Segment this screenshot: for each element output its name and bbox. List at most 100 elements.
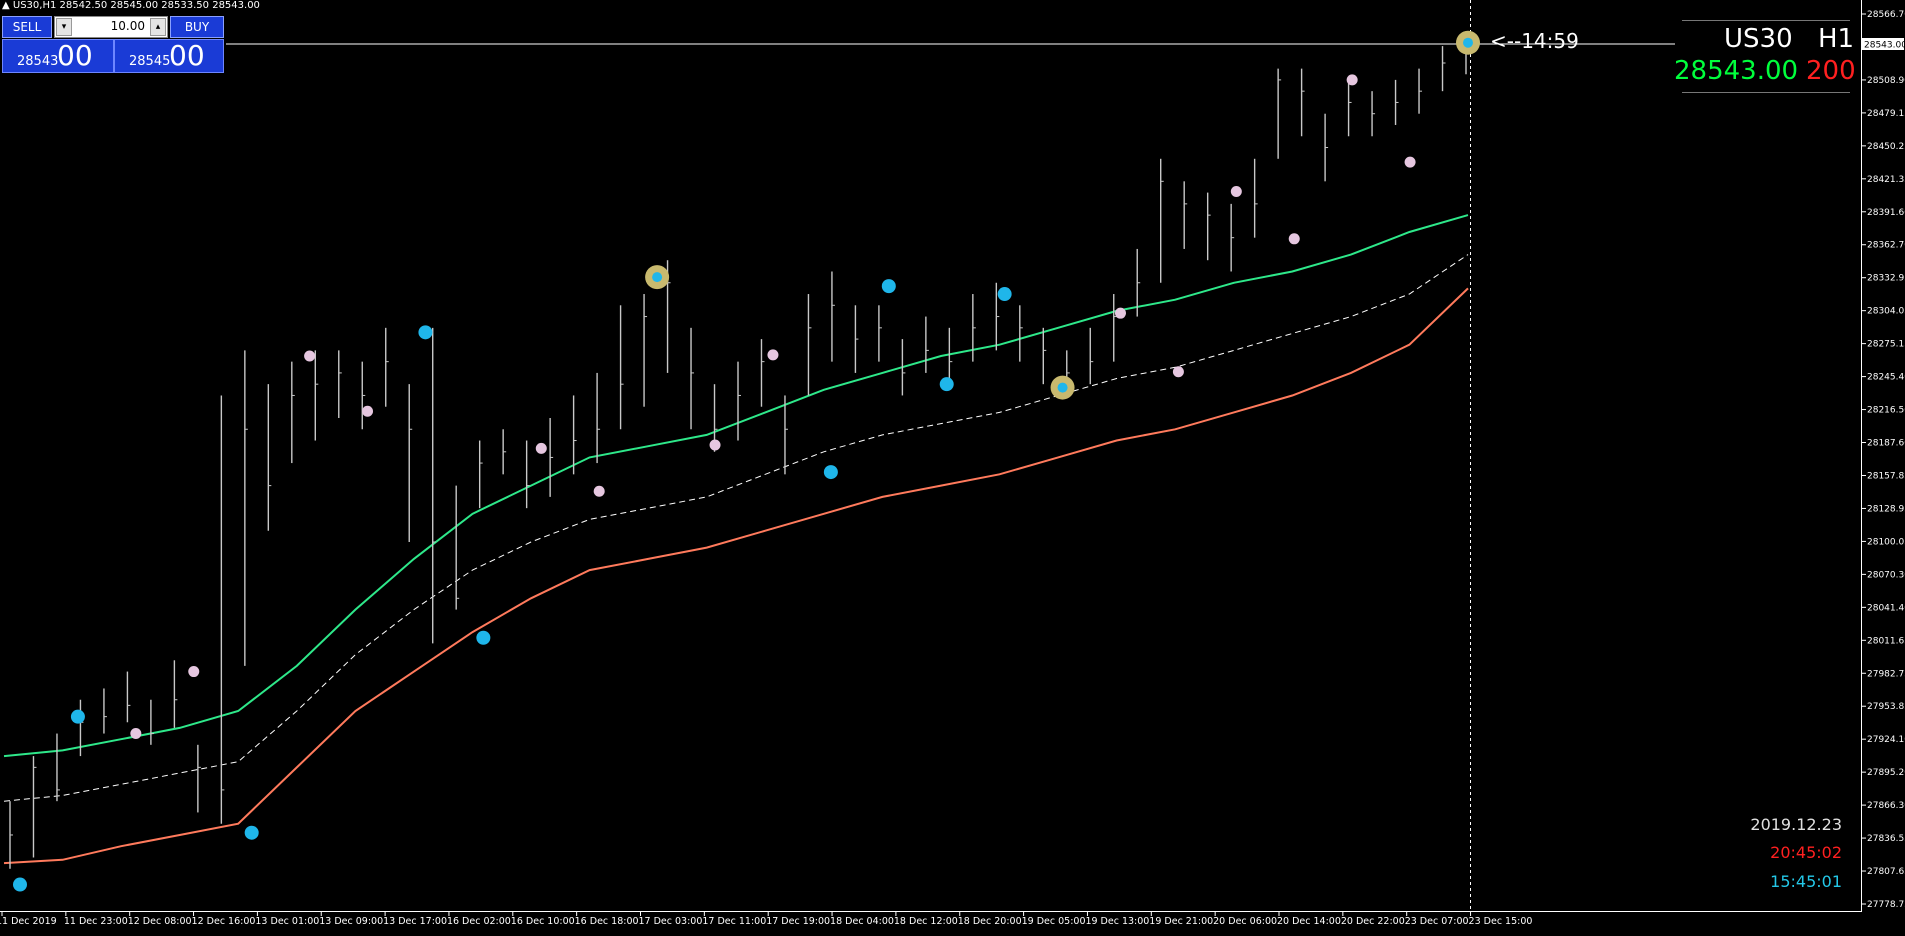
cyan-signal-marker [244, 825, 259, 840]
time-axis: 11 Dec 2019 11 Dec 23:00 12 Dec 08:00 12 De… [0, 912, 1532, 927]
price-axis-label: 28187.60 [1867, 439, 1905, 449]
time-axis-label: 16 Dec 10:00 [511, 916, 575, 927]
gold-signal-core [1463, 37, 1473, 48]
price-axis-label: 28421.35 [1867, 175, 1905, 185]
time-axis-label: 13 Dec 17:00 [383, 916, 447, 927]
time-axis-label: 18 Dec 04:00 [830, 916, 894, 927]
price-axis-label: 28216.50 [1867, 406, 1905, 416]
pink-signal-marker [1172, 366, 1184, 378]
cyan-signal-marker [13, 877, 27, 892]
sell-price-big: 00 [57, 39, 93, 72]
pink-signal-marker [304, 350, 316, 362]
info-spread: 200 [1806, 56, 1856, 86]
symbol-ohlc-label: US30,H1 28542.50 28545.00 28533.50 28543… [12, 0, 260, 11]
price-axis-label: 28450.25 [1867, 142, 1905, 152]
price-axis-label: 28275.15 [1867, 340, 1905, 350]
price-axis-label: 28041.40 [1867, 603, 1905, 613]
pink-signal-marker [767, 349, 779, 361]
price-axis-label: 28304.05 [1867, 307, 1905, 317]
pink-signal-marker [362, 405, 374, 417]
cyan-signal-marker [823, 465, 838, 480]
upper-band-line [3, 214, 1469, 758]
price-axis-label: 27953.85 [1867, 702, 1905, 712]
time-axis-label: 16 Dec 18:00 [575, 916, 639, 927]
ohlc-bars [9, 34, 1469, 869]
time-axis-label: 23 Dec 07:00 [1405, 916, 1469, 927]
info-symbol: US30 [1724, 24, 1793, 54]
pink-signal-marker [130, 728, 142, 740]
pink-signal-marker [1404, 156, 1416, 168]
pink-signal-marker [709, 439, 721, 451]
sell-price-box[interactable]: 28543 00 [2, 39, 114, 73]
price-axis-label: 27895.20 [1867, 768, 1905, 778]
time-axis-label: 13 Dec 09:00 [319, 916, 383, 927]
time-axis-label: 17 Dec 19:00 [766, 916, 830, 927]
lower-band-line [3, 287, 1469, 865]
price-axis-label: 28391.60 [1867, 208, 1905, 218]
info-divider-top [1682, 20, 1850, 21]
time-axis-label: 23 Dec 15:00 [1469, 916, 1533, 927]
buy-price-box[interactable]: 28545 00 [114, 39, 224, 73]
price-axis-label: 28100.05 [1867, 537, 1905, 547]
price-axis-label: 27982.75 [1867, 669, 1905, 679]
cyan-signal-marker [939, 377, 954, 392]
clock-date: 2019.12.23 [1750, 815, 1842, 834]
cyan-signal-marker [881, 279, 896, 294]
time-axis-label: 18 Dec 20:00 [958, 916, 1022, 927]
moving-average-bands [3, 214, 1469, 865]
price-axis-label: 28157.85 [1867, 471, 1905, 481]
time-axis-label: 11 Dec 2019 [0, 916, 57, 927]
info-bid-price: 28543.00 [1674, 56, 1799, 86]
price-axis-label: 28332.95 [1867, 274, 1905, 284]
lot-size-box: ▾ ▴ [54, 16, 168, 38]
price-axis-label: 28070.30 [1867, 570, 1905, 580]
time-axis-label: 17 Dec 11:00 [702, 916, 766, 927]
cyan-signal-marker [997, 287, 1012, 302]
time-axis-label: 19 Dec 13:00 [1085, 916, 1149, 927]
time-axis-label: 16 Dec 02:00 [447, 916, 511, 927]
cyan-signal-marker [70, 709, 85, 724]
current-price-tag-label: 28543.00 [1864, 41, 1905, 51]
clock-local-time: 15:45:01 [1770, 872, 1842, 891]
time-axis-label: 11 Dec 23:00 [64, 916, 128, 927]
collapse-triangle-icon[interactable]: ▲ [2, 0, 10, 11]
pink-signal-marker [1346, 74, 1358, 86]
bar-countdown: <--14:59 [1490, 29, 1579, 53]
price-chart[interactable]: 28566.7028537.9528508.9028479.1528450.25… [0, 0, 1905, 936]
price-axis-label: 27866.30 [1867, 801, 1905, 811]
cyan-signal-marker [418, 325, 433, 340]
price-axis-label: 28566.70 [1867, 10, 1905, 20]
gold-signal-core [1057, 382, 1068, 393]
time-axis-label: 20 Dec 22:00 [1341, 916, 1405, 927]
lot-size-input[interactable] [73, 18, 145, 34]
sell-button[interactable]: SELL [2, 16, 52, 38]
price-axis-label: 28128.95 [1867, 504, 1905, 514]
time-axis-label: 13 Dec 01:00 [255, 916, 319, 927]
buy-price-main: 28545 [129, 54, 171, 69]
pink-signal-marker [1288, 233, 1300, 245]
lot-decrease-button[interactable]: ▾ [56, 18, 72, 36]
price-axis: 28566.7028537.9528508.9028479.1528450.25… [1862, 10, 1905, 910]
time-axis-label: 17 Dec 03:00 [639, 916, 703, 927]
price-axis-label: 28362.70 [1867, 241, 1905, 251]
info-timeframe: H1 [1818, 24, 1855, 54]
price-axis-label: 28011.65 [1867, 636, 1905, 646]
time-axis-label: 19 Dec 05:00 [1022, 916, 1086, 927]
lot-increase-button[interactable]: ▴ [150, 18, 166, 36]
pink-signal-marker [1230, 185, 1242, 197]
cyan-signal-marker [476, 630, 491, 645]
chart-symbol-bar: ▲ US30,H1 28542.50 28545.00 28533.50 285… [2, 0, 260, 11]
sell-price-main: 28543 [17, 54, 59, 69]
pink-signal-marker [593, 485, 605, 497]
price-axis-label: 28245.40 [1867, 373, 1905, 383]
time-axis-label: 19 Dec 21:00 [1149, 916, 1213, 927]
buy-button[interactable]: BUY [170, 16, 224, 38]
pink-signal-marker [535, 442, 547, 454]
price-axis-label: 28508.90 [1867, 76, 1905, 86]
pink-signal-marker [1114, 307, 1126, 319]
price-axis-label: 27924.10 [1867, 735, 1905, 745]
time-axis-label: 12 Dec 16:00 [192, 916, 256, 927]
price-axis-label: 27807.65 [1867, 867, 1905, 877]
clock-server-time: 20:45:02 [1770, 843, 1842, 862]
time-axis-label: 18 Dec 12:00 [894, 916, 958, 927]
